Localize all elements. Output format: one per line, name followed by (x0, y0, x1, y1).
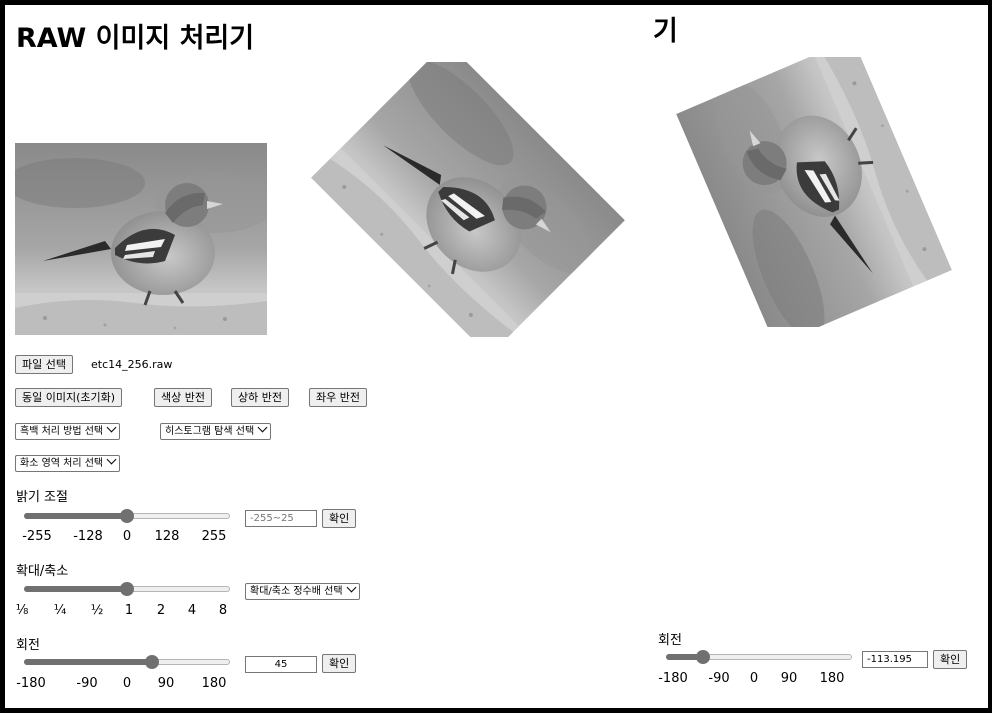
file-select-button[interactable]: 파일 선택 (15, 355, 73, 374)
rotated-image-right (676, 57, 952, 327)
file-name: etc14_256.raw (91, 358, 173, 371)
chevron-down-icon (106, 454, 117, 465)
rotation-input[interactable]: 45 (245, 656, 317, 673)
chevron-down-icon (257, 422, 268, 433)
chevron-down-icon (346, 582, 356, 593)
rotation-input-right[interactable]: -113.195 (862, 651, 928, 668)
rotation-slider-right[interactable] (666, 650, 852, 664)
chevron-down-icon (106, 422, 117, 433)
rotation-ticks-right: -180 -90 0 90 180 (658, 671, 845, 686)
brightness-confirm-button[interactable]: 확인 (322, 509, 357, 528)
main-window: RAW 이미지 처리기 파일 선택 etc14_256.raw 동일 이미지(초… (5, 5, 655, 708)
rotation-label: 회전 (16, 638, 40, 653)
rotation-confirm-button-right[interactable]: 확인 (933, 650, 968, 669)
rotated-image (311, 62, 625, 337)
second-window: 기 회전 -180 -90 0 90 180 -113.195 확인 (652, 5, 988, 708)
page-title: RAW 이미지 처리기 (16, 23, 255, 54)
zoom-ticks: ⅛ ¼ ½ 1 2 4 8 (15, 603, 228, 618)
brightness-label: 밝기 조절 (16, 490, 68, 505)
flip-horizontal-button[interactable]: 좌우 반전 (309, 388, 367, 407)
brightness-input[interactable]: -255~25 (245, 510, 317, 527)
rotation-slider[interactable] (24, 655, 230, 669)
brightness-slider[interactable] (24, 509, 230, 523)
rotation-label-right: 회전 (658, 633, 682, 648)
zoom-slider[interactable] (24, 582, 230, 596)
brightness-ticks: -255 -128 0 128 255 (22, 529, 227, 544)
invert-color-button[interactable]: 색상 반전 (154, 388, 212, 407)
flip-vertical-button[interactable]: 상하 반전 (231, 388, 289, 407)
reset-image-button[interactable]: 동일 이미지(초기화) (15, 388, 123, 407)
page-title-fragment: 기 (653, 16, 678, 47)
original-image (15, 143, 267, 335)
histogram-select[interactable]: 히스토그램 탐색 선택 (160, 422, 272, 440)
grayscale-method-select[interactable]: 흑백 처리 방법 선택 (15, 422, 121, 440)
pixel-area-select[interactable]: 화소 영역 처리 선택 (15, 454, 121, 472)
rotation-confirm-button[interactable]: 확인 (322, 654, 357, 673)
zoom-multiple-select[interactable]: 확대/축소 정수배 선택 (245, 582, 360, 600)
zoom-label: 확대/축소 (16, 564, 69, 579)
rotation-ticks: -180 -90 0 90 180 (16, 676, 227, 691)
